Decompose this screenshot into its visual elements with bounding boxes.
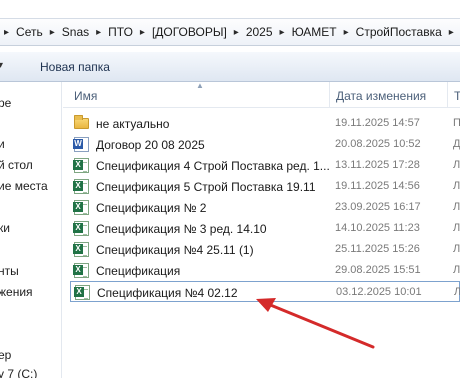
file-name: Договор 20 08 2025 (96, 138, 205, 152)
file-type: Д (453, 138, 460, 150)
file-type: Л (454, 286, 460, 298)
file-type: Л (453, 264, 460, 276)
file-name: Спецификация 5 Строй Поставка 19.11 (96, 180, 316, 194)
file-date: 19.11.2025 14:57 (335, 117, 420, 129)
command-toolbar: ▾ Новая папка (0, 52, 460, 82)
file-date: 13.11.2025 17:28 (335, 159, 420, 171)
breadcrumb-contracts[interactable]: [ДОГОВОРЫ] (149, 25, 230, 39)
file-type: П (453, 117, 460, 129)
file-type: Л (453, 201, 460, 213)
nav-item[interactable]: ки (0, 221, 10, 235)
navigation-pane[interactable]: ре и й стол ие места ки нты жения ер у 7… (0, 82, 62, 378)
new-folder-button[interactable]: Новая папка (40, 60, 110, 74)
file-type: Л (453, 243, 460, 255)
chevron-right-icon[interactable]: ▸ (0, 27, 13, 38)
breadcrumb-stroypostavka[interactable]: СтройПоставка (353, 25, 445, 39)
chevron-right-icon[interactable]: ▸ (276, 27, 289, 38)
chevron-right-icon[interactable]: ▸ (340, 27, 353, 38)
file-date: 19.11.2025 14:56 (335, 180, 420, 192)
file-date: 25.11.2025 15:26 (335, 243, 420, 255)
file-name: Спецификация № 2 (96, 201, 207, 215)
column-header-row: ▲ Имя Дата изменения Т (63, 81, 460, 108)
file-name: Спецификация № 3 ред. 14.10 (96, 222, 267, 236)
column-header-name[interactable]: Имя (74, 89, 97, 103)
file-name: не актуально (96, 117, 170, 131)
file-row[interactable]: Спецификация № 3 ред. 14.10 14.10.2025 1… (70, 218, 460, 239)
dropdown-arrow-icon[interactable]: ▾ (0, 60, 3, 71)
column-divider[interactable] (329, 82, 330, 108)
chevron-right-icon[interactable]: ▸ (230, 27, 243, 38)
excel-spreadsheet-icon (73, 221, 89, 236)
nav-item-computer[interactable]: ер (0, 348, 11, 362)
chevron-right-icon[interactable]: ▸ (92, 27, 105, 38)
file-type: Л (453, 180, 460, 192)
file-date: 14.10.2025 11:23 (335, 222, 420, 234)
chevron-right-icon[interactable]: ▸ (136, 27, 149, 38)
file-row[interactable]: Спецификация № 2 23.09.2025 16:17 Л (70, 197, 460, 218)
address-bar[interactable]: ▸ Сеть ▸ Snas ▸ ПТО ▸ [ДОГОВОРЫ] ▸ 2025 … (0, 18, 460, 46)
nav-item-images[interactable]: жения (0, 285, 33, 299)
excel-spreadsheet-icon (73, 158, 89, 173)
chevron-right-icon[interactable]: ▸ (46, 27, 59, 38)
file-name: Спецификация №4 25.11 (1) (96, 243, 254, 257)
nav-item-desktop[interactable]: й стол (0, 158, 33, 172)
nav-item-drive-c[interactable]: у 7 (C:) (0, 367, 37, 378)
nav-item[interactable]: ре (0, 96, 11, 110)
excel-spreadsheet-icon (73, 263, 89, 278)
excel-spreadsheet-icon (73, 179, 89, 194)
column-header-type[interactable]: Т (454, 89, 460, 103)
nav-item[interactable]: и (0, 137, 5, 151)
file-date: 29.08.2025 15:51 (335, 264, 421, 276)
nav-item-documents[interactable]: нты (0, 264, 19, 278)
file-name: Спецификация 4 Строй Поставка ред. 1... (96, 159, 330, 173)
file-date: 03.12.2025 10:01 (336, 286, 422, 298)
word-document-icon (73, 137, 89, 152)
breadcrumb-2025[interactable]: 2025 (243, 25, 276, 39)
excel-spreadsheet-icon (73, 200, 89, 215)
column-divider[interactable] (447, 82, 448, 108)
column-header-date[interactable]: Дата изменения (336, 89, 426, 103)
breadcrumb-pto[interactable]: ПТО (105, 25, 136, 39)
sort-ascending-icon: ▲ (196, 81, 204, 90)
file-type: Л (453, 159, 460, 171)
excel-spreadsheet-icon (74, 285, 90, 300)
file-date: 23.09.2025 16:17 (335, 201, 421, 213)
file-row[interactable]: Спецификация 5 Строй Поставка 19.11 19.1… (70, 176, 460, 197)
file-row[interactable]: Спецификация 4 Строй Поставка ред. 1... … (70, 155, 460, 176)
file-row[interactable]: Спецификация 29.08.2025 15:51 Л (70, 260, 460, 281)
file-name: Спецификация (96, 264, 181, 278)
chevron-right-icon[interactable]: ▸ (445, 27, 458, 38)
breadcrumb-network[interactable]: Сеть (13, 25, 46, 39)
nav-item-recent-places[interactable]: ие места (0, 179, 48, 193)
file-name: Спецификация №4 02.12 (97, 286, 238, 300)
file-row[interactable]: не актуально 19.11.2025 14:57 П (70, 113, 460, 134)
file-list[interactable]: ▲ Имя Дата изменения Т не актуально 19.1… (63, 81, 460, 378)
breadcrumb-snas[interactable]: Snas (59, 25, 92, 39)
file-row-selected[interactable]: Спецификация №4 02.12 03.12.2025 10:01 Л (70, 281, 460, 302)
excel-spreadsheet-icon (73, 242, 89, 257)
breadcrumb-yuamet[interactable]: ЮАМЕТ (289, 25, 340, 39)
file-type: Л (453, 222, 460, 234)
file-row[interactable]: Спецификация №4 25.11 (1) 25.11.2025 15:… (70, 239, 460, 260)
breadcrumb: ▸ Сеть ▸ Snas ▸ ПТО ▸ [ДОГОВОРЫ] ▸ 2025 … (0, 25, 458, 39)
folder-icon (74, 115, 89, 129)
file-row[interactable]: Договор 20 08 2025 20.08.2025 10:52 Д (70, 134, 460, 155)
file-date: 20.08.2025 10:52 (335, 138, 421, 150)
